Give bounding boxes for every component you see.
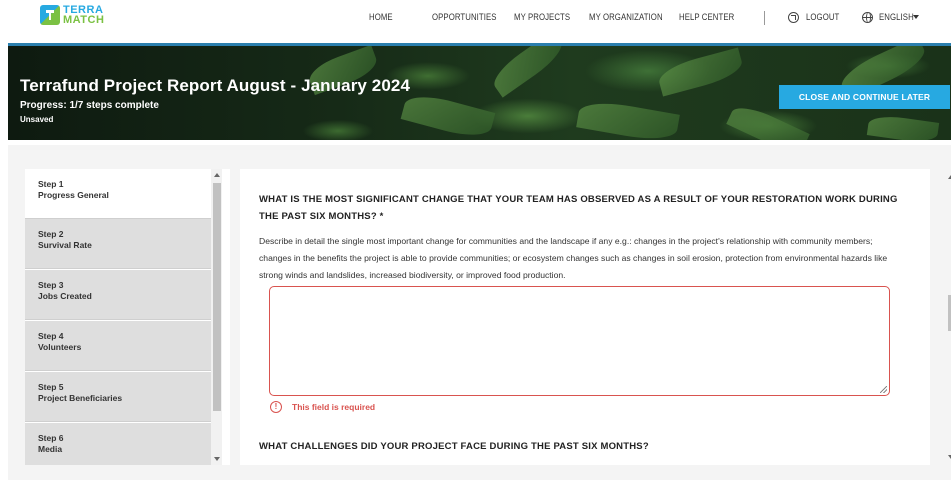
significant-change-input[interactable]: [269, 286, 890, 396]
leaf-decoration: [655, 47, 746, 97]
step-item-3[interactable]: Step 3 Jobs Created: [25, 270, 211, 320]
report-header-banner: Terrafund Project Report August - Januar…: [8, 43, 951, 140]
form-panel: WHAT IS THE MOST SIGNIFICANT CHANGE THAT…: [240, 169, 930, 465]
step-item-6[interactable]: Step 6 Media: [25, 423, 211, 465]
leaf-decoration: [866, 113, 940, 140]
page-scrollbar[interactable]: [944, 169, 951, 465]
report-title: Terrafund Project Report August - Januar…: [20, 76, 411, 95]
step-number: Step 4: [38, 331, 64, 341]
step-number: Step 6: [38, 433, 64, 443]
close-and-continue-later-button[interactable]: CLOSE AND CONTINUE LATER: [779, 85, 950, 109]
question-challenges: WHAT CHALLENGES DID YOUR PROJECT FACE DU…: [259, 441, 649, 452]
step-title: Survival Rate: [38, 240, 92, 250]
chevron-down-icon[interactable]: [913, 15, 919, 19]
nav-home[interactable]: HOME: [369, 12, 393, 23]
nav-my-organization[interactable]: MY ORGANIZATION: [589, 12, 663, 23]
nav-help-center[interactable]: HELP CENTER: [679, 12, 734, 23]
steps-sidebar: Step 1 Progress General Step 2 Survival …: [25, 169, 230, 465]
sidebar-scroll-thumb[interactable]: [213, 183, 221, 411]
top-navigation: TERRA MATCH HOME OPPORTUNITIES MY PROJEC…: [0, 0, 951, 40]
question-description: Describe in detail the single most impor…: [259, 236, 888, 280]
leaf-decoration: [487, 46, 569, 98]
error-icon: !: [270, 401, 282, 413]
save-status: Unsaved: [20, 115, 54, 124]
step-number: Step 3: [38, 280, 64, 290]
globe-icon[interactable]: [862, 12, 873, 23]
step-title: Volunteers: [38, 342, 82, 352]
step-number: Step 1: [38, 179, 64, 189]
nav-links: HOME OPPORTUNITIES MY PROJECTS MY ORGANI…: [0, 0, 951, 34]
language-selector[interactable]: ENGLISH: [879, 12, 914, 23]
logout-icon[interactable]: [788, 12, 799, 23]
step-number: Step 2: [38, 229, 64, 239]
textarea-resize-handle[interactable]: [880, 386, 887, 393]
sidebar-scrollbar[interactable]: [211, 169, 222, 465]
step-title: Jobs Created: [38, 291, 92, 301]
scroll-up-icon[interactable]: [214, 173, 220, 177]
step-number: Step 5: [38, 382, 64, 392]
leaf-decoration: [576, 97, 680, 140]
step-item-5[interactable]: Step 5 Project Beneficiaries: [25, 372, 211, 422]
nav-divider: [764, 11, 765, 25]
nav-opportunities[interactable]: OPPORTUNITIES: [432, 12, 497, 23]
step-title: Progress General: [38, 190, 109, 200]
leaf-decoration: [400, 89, 496, 140]
step-item-4[interactable]: Step 4 Volunteers: [25, 321, 211, 371]
question-significant-change: WHAT IS THE MOST SIGNIFICANT CHANGE THAT…: [259, 194, 898, 222]
scroll-down-icon[interactable]: [214, 457, 220, 461]
validation-error: This field is required: [292, 402, 376, 412]
step-item-2[interactable]: Step 2 Survival Rate: [25, 219, 211, 269]
step-title: Project Beneficiaries: [38, 393, 123, 403]
progress-text: Progress: 1/7 steps complete: [20, 100, 159, 111]
nav-logout[interactable]: LOGOUT: [806, 12, 839, 23]
step-title: Media: [38, 444, 63, 454]
step-item-1[interactable]: Step 1 Progress General: [25, 169, 211, 219]
nav-my-projects[interactable]: MY PROJECTS: [514, 12, 570, 23]
report-content: Step 1 Progress General Step 2 Survival …: [8, 145, 951, 480]
